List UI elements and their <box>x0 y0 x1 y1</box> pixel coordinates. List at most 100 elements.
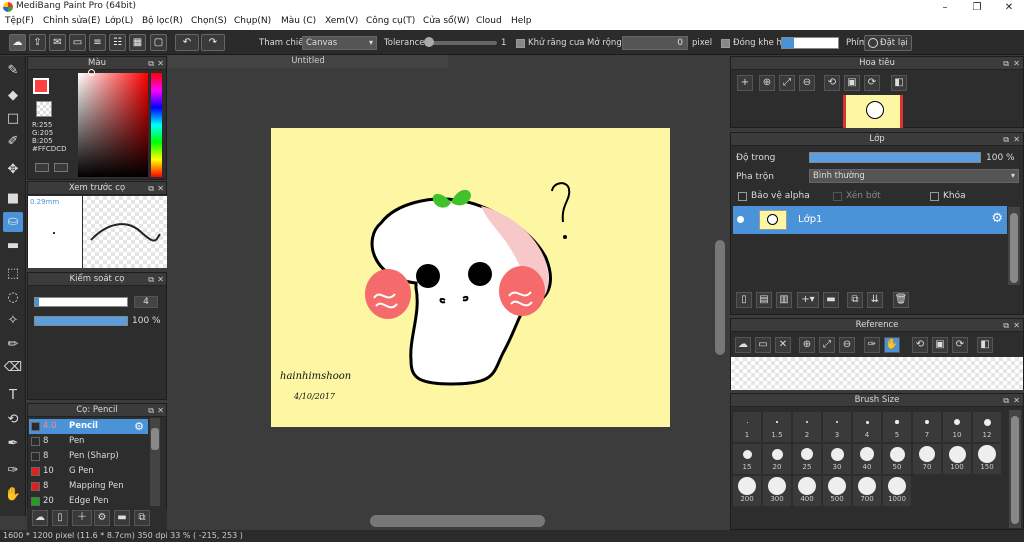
menu-filter[interactable]: Bộ lọc(R) <box>142 16 183 26</box>
duplicate-icon[interactable]: ⧉ <box>134 510 150 526</box>
operation-tool-icon[interactable]: ⟲ <box>3 410 23 430</box>
eyedropper-icon[interactable]: ✑ <box>3 461 23 481</box>
popout-icon[interactable]: ⧉ <box>148 182 154 195</box>
brush-item[interactable]: 10 G Pen <box>29 464 148 479</box>
brush-size-option[interactable]: 1.5 <box>763 412 791 442</box>
brush-item[interactable]: 20 Edge Pen <box>29 494 148 509</box>
expand-input[interactable]: 0 <box>622 36 688 50</box>
reference-eyedropper-icon[interactable]: ✑ <box>864 337 880 353</box>
color-palette-button[interactable] <box>54 163 68 172</box>
brush-size-option[interactable]: 1 <box>733 412 761 442</box>
list-icon[interactable]: ☷ <box>109 34 126 51</box>
layer-scroll-thumb[interactable] <box>1010 213 1018 283</box>
fit-icon[interactable]: ⤢ <box>779 75 795 91</box>
brush-size-slider[interactable] <box>34 297 128 307</box>
brush-size-option[interactable]: 10 <box>943 412 971 442</box>
reference-view[interactable] <box>731 357 1023 390</box>
cloud-brush-icon[interactable]: ☁ <box>32 510 48 526</box>
redo-button[interactable]: ↷ <box>201 34 225 51</box>
select-rect-icon[interactable]: ⬚ <box>3 264 23 284</box>
reference-cloud-icon[interactable]: ☁ <box>735 337 751 353</box>
gap-level-active[interactable] <box>782 38 794 48</box>
close-gap-checkbox[interactable] <box>721 39 730 48</box>
menu-window[interactable]: Cửa sổ(W) <box>423 16 469 26</box>
brush-size-option[interactable]: 70 <box>913 444 941 474</box>
close-icon[interactable]: ✕ <box>1013 133 1020 146</box>
add-brush-icon[interactable]: ＋ <box>72 510 92 526</box>
undo-button[interactable]: ↶ <box>175 34 199 51</box>
layer-settings-icon[interactable]: ⚙ <box>991 211 1003 226</box>
reference-fit-window-icon[interactable]: ▣ <box>932 337 948 353</box>
folder-icon[interactable]: ▬ <box>114 510 130 526</box>
delete-layer-icon[interactable]: 🗑 <box>893 292 909 308</box>
brush-item[interactable]: 8 Pen <box>29 434 148 449</box>
merge-layer-icon[interactable]: ⇊ <box>867 292 883 308</box>
brush-size-option[interactable]: 1000 <box>883 476 911 506</box>
brush-size-option[interactable]: 3 <box>823 412 851 442</box>
menu-help[interactable]: Help <box>511 16 532 26</box>
close-icon[interactable]: ✕ <box>157 57 164 70</box>
popout-icon[interactable]: ⧉ <box>148 57 154 70</box>
brush-size-option[interactable]: 2 <box>793 412 821 442</box>
text-tool-icon[interactable]: T <box>3 386 23 406</box>
brush-size-option[interactable]: 20 <box>763 444 791 474</box>
reference-close-icon[interactable]: ✕ <box>775 337 791 353</box>
brush-size-option[interactable]: 4 <box>853 412 881 442</box>
new-halftone-layer-icon[interactable]: ▤ <box>756 292 772 308</box>
hue-slider[interactable] <box>151 73 162 177</box>
tolerance-slider-thumb[interactable] <box>424 37 434 47</box>
close-icon[interactable]: ✕ <box>157 404 164 417</box>
brush-size-option[interactable]: 200 <box>733 476 761 506</box>
brush-size-option[interactable]: 5 <box>883 412 911 442</box>
horizontal-scroll-thumb[interactable] <box>370 515 545 527</box>
brush-size-option[interactable]: 300 <box>763 476 791 506</box>
brush-size-option[interactable]: 12 <box>973 412 1001 442</box>
brush-size-input[interactable]: 4 <box>134 296 158 308</box>
menu-file[interactable]: Tệp(F) <box>5 16 34 26</box>
reference-rotate-right-icon[interactable]: ⟳ <box>952 337 968 353</box>
close-icon[interactable]: ✕ <box>157 182 164 195</box>
rect-tool-icon[interactable]: □ <box>3 109 23 129</box>
popout-icon[interactable]: ⧉ <box>148 404 154 417</box>
brush-settings-gear-icon[interactable]: ⚙ <box>134 419 144 434</box>
brush-size-option[interactable]: 25 <box>793 444 821 474</box>
brush-size-scroll-thumb[interactable] <box>1011 416 1019 524</box>
popout-icon[interactable]: ⧉ <box>148 273 154 286</box>
reference-zoom-out-icon[interactable]: ⊖ <box>839 337 855 353</box>
blend-mode-select[interactable]: Bình thường <box>809 169 1019 183</box>
protect-alpha-checkbox[interactable] <box>738 192 747 201</box>
color-picker-cursor[interactable] <box>88 69 95 76</box>
brush-item[interactable]: 4.0 Pencil ⚙ <box>29 419 148 434</box>
select-pen-icon[interactable]: ✏ <box>3 335 23 355</box>
menu-capture[interactable]: Chụp(N) <box>234 16 271 26</box>
close-icon[interactable]: ✕ <box>1013 319 1020 332</box>
gradient-tool-icon[interactable]: ▬ <box>3 236 23 256</box>
note-icon[interactable]: ≡ <box>89 34 106 51</box>
chat-icon[interactable]: ▭ <box>69 34 86 51</box>
close-button[interactable]: ✕ <box>994 0 1024 15</box>
menu-select[interactable]: Chọn(S) <box>191 16 227 26</box>
comment-icon[interactable]: ✉ <box>49 34 66 51</box>
reference-rotate-left-icon[interactable]: ⟲ <box>912 337 928 353</box>
select-eraser-icon[interactable]: ⌫ <box>3 358 23 378</box>
saturation-value-picker[interactable] <box>78 73 148 177</box>
pen-tool-icon[interactable]: ✐ <box>3 132 23 152</box>
upload-icon[interactable]: ⇪ <box>29 34 46 51</box>
popout-icon[interactable]: ⧉ <box>1003 57 1009 70</box>
popout-icon[interactable]: ⧉ <box>1003 133 1009 146</box>
zoom-out-icon[interactable]: ⊖ <box>799 75 815 91</box>
brush-item[interactable]: 8 Pen (Sharp) <box>29 449 148 464</box>
brush-settings-icon[interactable]: ⚙ <box>94 510 110 526</box>
reference-flip-icon[interactable]: ◧ <box>977 337 993 353</box>
clipping-checkbox[interactable] <box>833 192 842 201</box>
close-icon[interactable]: ✕ <box>157 273 164 286</box>
reference-open-icon[interactable]: ▭ <box>755 337 771 353</box>
brush-tool-icon[interactable]: ✎ <box>3 61 23 81</box>
menu-view[interactable]: Xem(V) <box>325 16 358 26</box>
reference-fit-icon[interactable]: ⤢ <box>819 337 835 353</box>
close-icon[interactable]: ✕ <box>1013 57 1020 70</box>
rotate-right-icon[interactable]: ⟳ <box>864 75 880 91</box>
brush-size-option[interactable]: 50 <box>883 444 911 474</box>
popout-icon[interactable]: ⧉ <box>1003 394 1009 407</box>
color-mode-button[interactable] <box>35 163 49 172</box>
